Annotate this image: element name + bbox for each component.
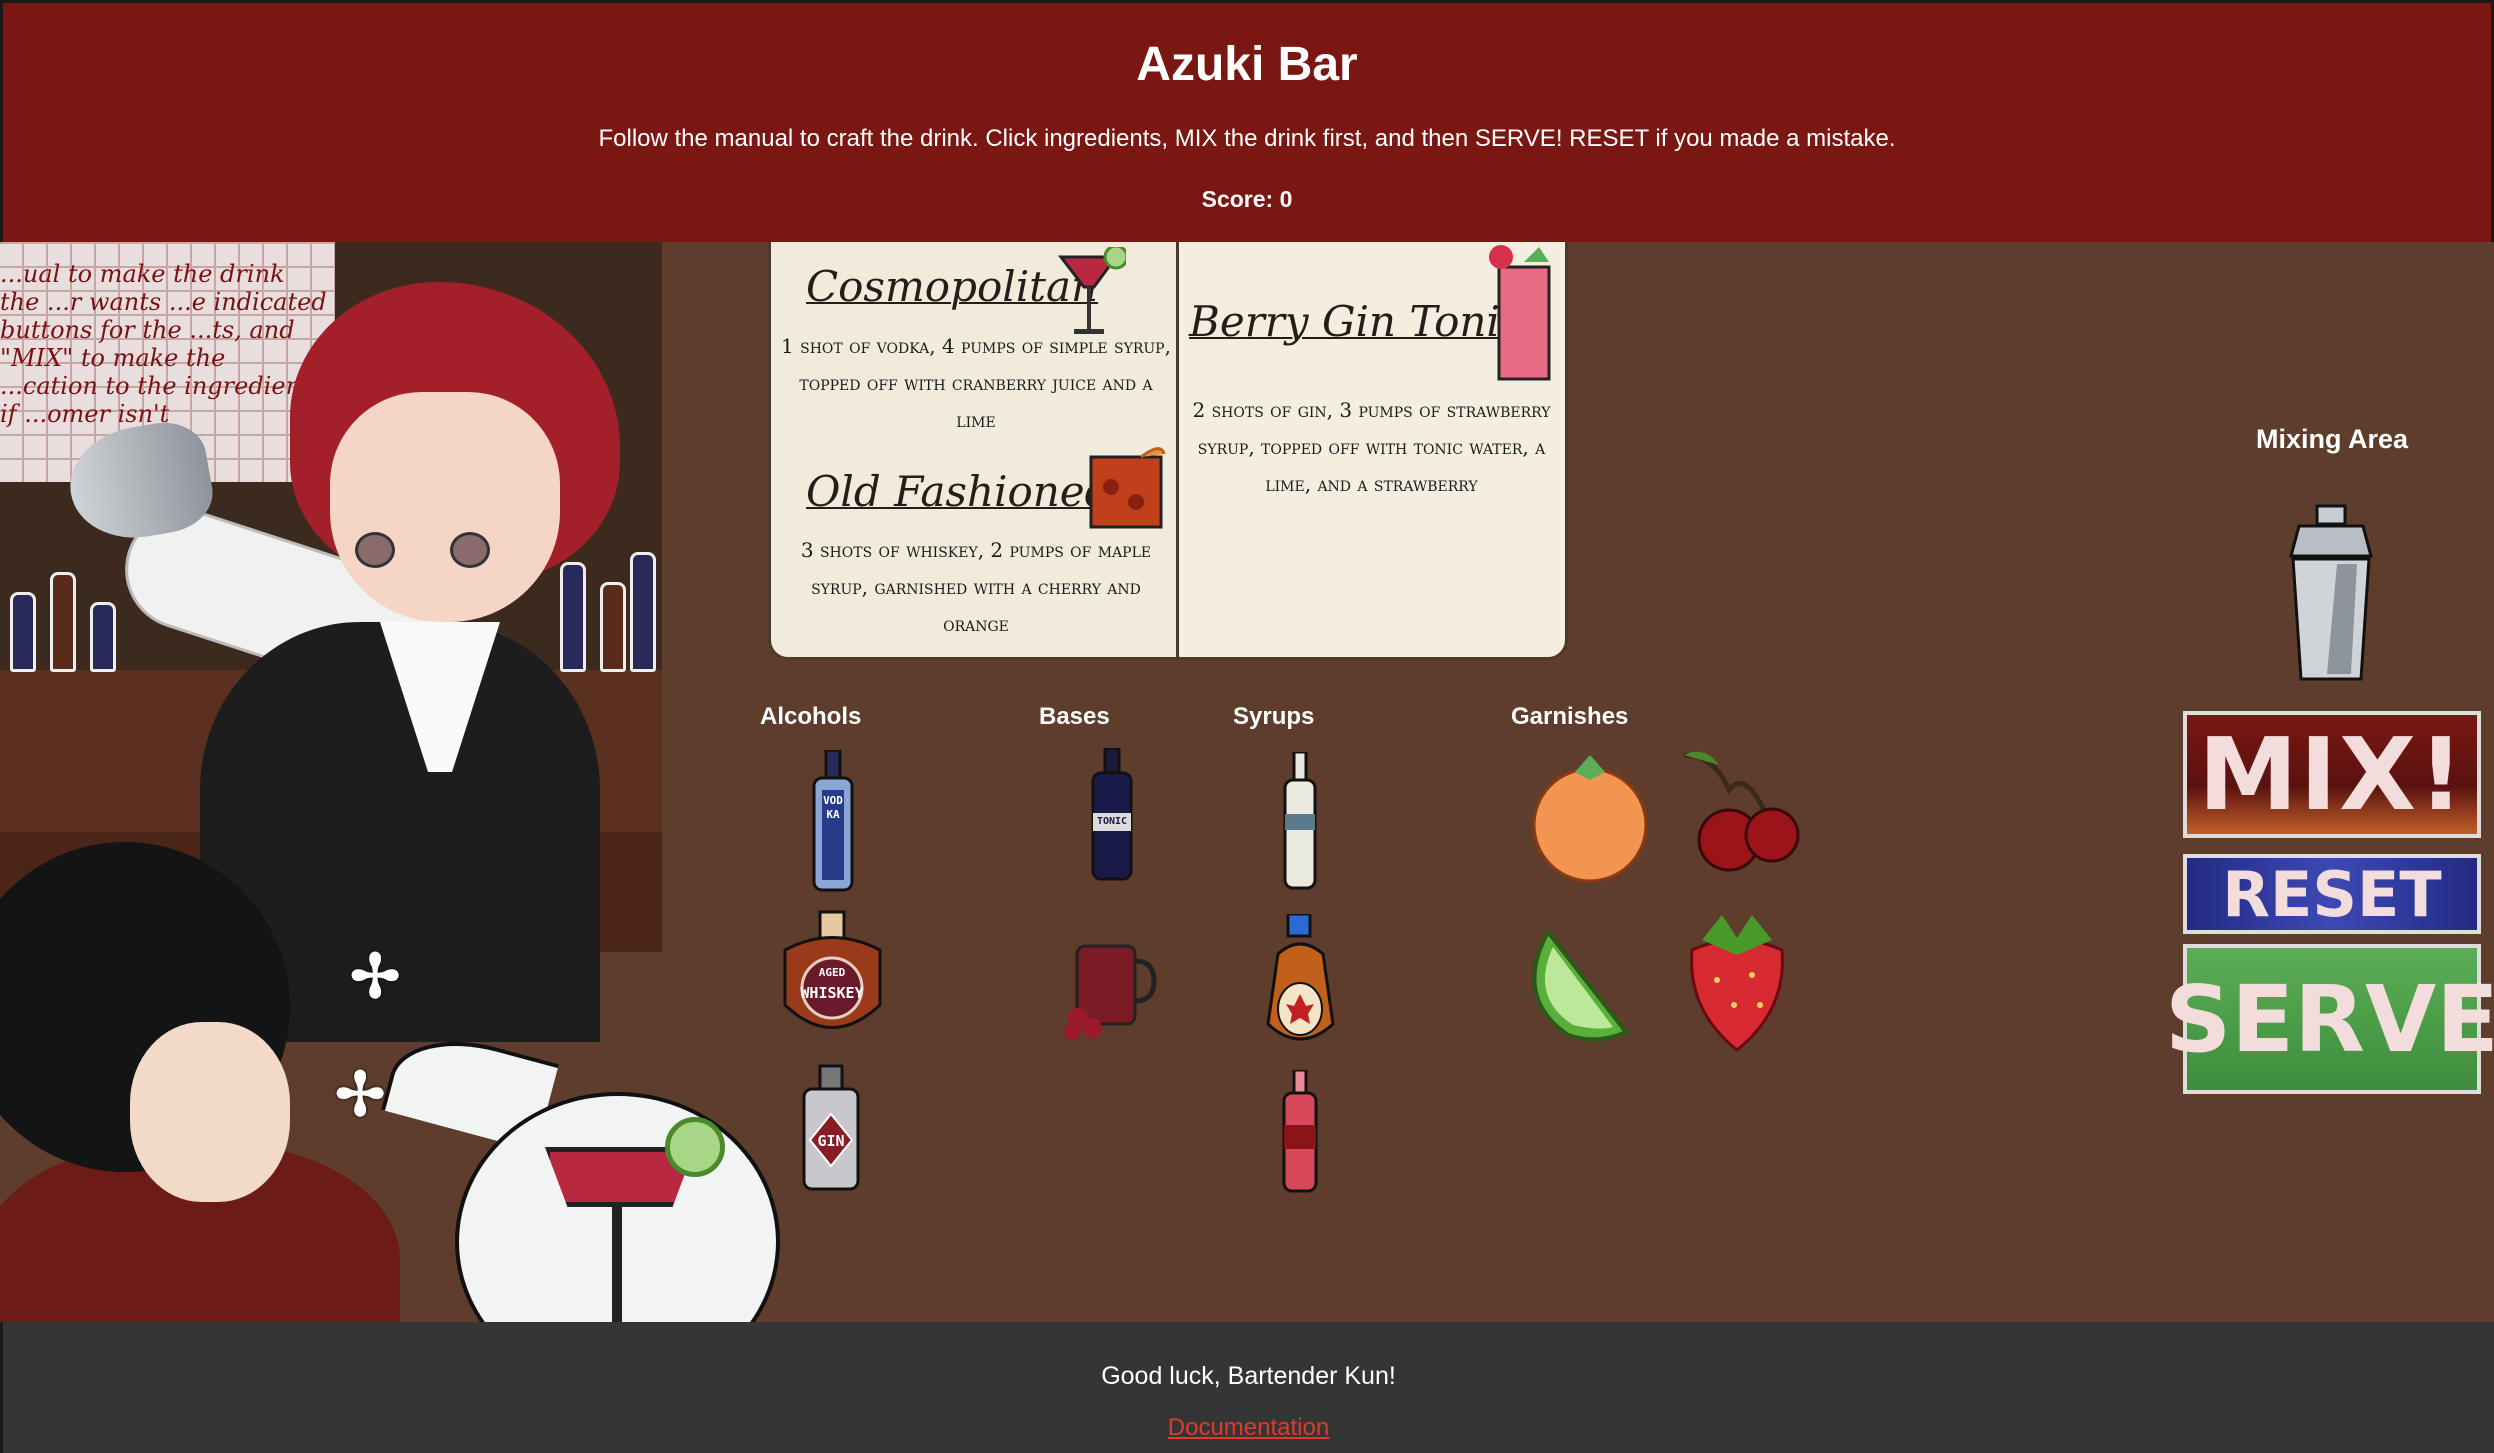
manual-page-right: Berry Gin Tonic 2 shots of gin, 3 pumps … [1176,242,1568,660]
tonic-bottle-button[interactable]: TONIC [1090,746,1134,883]
strawberry-garnish-button[interactable] [1672,910,1802,1055]
header: Azuki Bar Follow the manual to craft the… [0,0,2494,242]
lime-wedge-icon [1532,928,1630,1042]
strawberry-syrup-button[interactable] [1282,1068,1318,1195]
recipe-text-cosmopolitan: 1 shot of vodka, 4 pumps of simple syrup… [781,334,1171,432]
serve-button[interactable]: SERVE [2165,944,2494,1094]
sparkle-icon: ✢ [335,1061,386,1128]
category-alcohols: Alcohols [760,703,862,730]
category-syrups: Syrups [1233,703,1315,730]
whiskey-label-top: AGED [818,966,846,979]
customer-face [130,1022,290,1202]
cherry-icon [1683,751,1800,872]
vodka-label: VODKA [823,794,843,821]
score-display: Score: 0 [1201,186,1293,212]
lime-garnish-icon [665,1117,725,1177]
mix-button[interactable]: MIX! [2183,711,2481,838]
recipe-title-cosmopolitan: Cosmopolitan [806,262,1099,311]
orange-icon [1532,755,1648,883]
strawberry-icon [1690,915,1784,1052]
footer: Good luck, Bartender Kun! Documentation [0,1322,2494,1453]
mixing-area-title: Mixing Area [2255,424,2409,454]
maple-syrup-icon [1266,912,1335,1041]
tonic-label: TONIC [1096,816,1128,827]
cranberry-juice-icon [1064,944,1157,1040]
vodka-bottle-icon [812,748,854,892]
strawberry-syrup-icon [1282,1068,1318,1193]
whiskey-label: WHISKEY [800,984,864,1002]
bar-scene-illustration: ...ual to make the drink the ...r wants … [0,242,780,1322]
bartender-eye-right [450,532,490,568]
recipe-title-berry-gin-tonic: Berry Gin Tonic [1189,297,1524,346]
wall-sign-text: ...ual to make the drink the ...r wants … [0,260,327,428]
vodka-bottle-button[interactable]: VODKA [808,748,858,895]
bartender-eye-left [355,532,395,568]
instructions-text: Follow the manual to craft the drink. Cl… [598,125,1896,152]
gin-bottle-button[interactable]: GIN [800,1064,862,1194]
cranberry-juice-button[interactable] [1062,936,1157,1041]
sparkle-icon: ✢ [350,943,401,1010]
reset-button[interactable]: RESET [2183,854,2481,934]
whiskey-bottle-icon [783,910,882,1029]
cocktail-stem [612,1207,622,1322]
berry-gin-tonic-glass-icon [1489,245,1551,381]
gin-bottle-icon [802,1064,860,1191]
maple-syrup-button[interactable] [1258,912,1343,1054]
category-garnishes: Garnishes [1511,703,1629,730]
simple-syrup-icon [1283,750,1317,890]
orange-garnish-button[interactable] [1530,750,1650,885]
manual-page-left: Cosmopolitan 1 shot of vodka, 4 pumps of… [768,242,1180,660]
bartender-face [330,392,560,622]
whiskey-bottle-button[interactable]: AGED WHISKEY [775,910,890,1050]
shaker-icon [2289,504,2373,681]
cherry-garnish-button[interactable] [1674,750,1804,875]
footer-message: Good luck, Bartender Kun! [1101,1362,1396,1390]
documentation-link[interactable]: Documentation [3,1414,2494,1442]
simple-syrup-button[interactable] [1283,750,1317,892]
recipe-title-old-fashioned: Old Fashioned [806,467,1112,516]
category-bases: Bases [1039,703,1110,730]
game-title: Azuki Bar [1136,38,1358,91]
lime-garnish-button[interactable] [1518,927,1633,1047]
recipe-manual: Cosmopolitan 1 shot of vodka, 4 pumps of… [768,242,1568,662]
old-fashioned-glass-icon [1089,447,1166,529]
gin-label: GIN [817,1132,845,1150]
recipe-text-berry-gin-tonic: 2 shots of gin, 3 pumps of strawberry sy… [1192,398,1551,496]
game-area: ...ual to make the drink the ...r wants … [0,242,2494,1322]
recipe-text-old-fashioned: 3 shots of whiskey, 2 pumps of maple syr… [800,538,1152,636]
